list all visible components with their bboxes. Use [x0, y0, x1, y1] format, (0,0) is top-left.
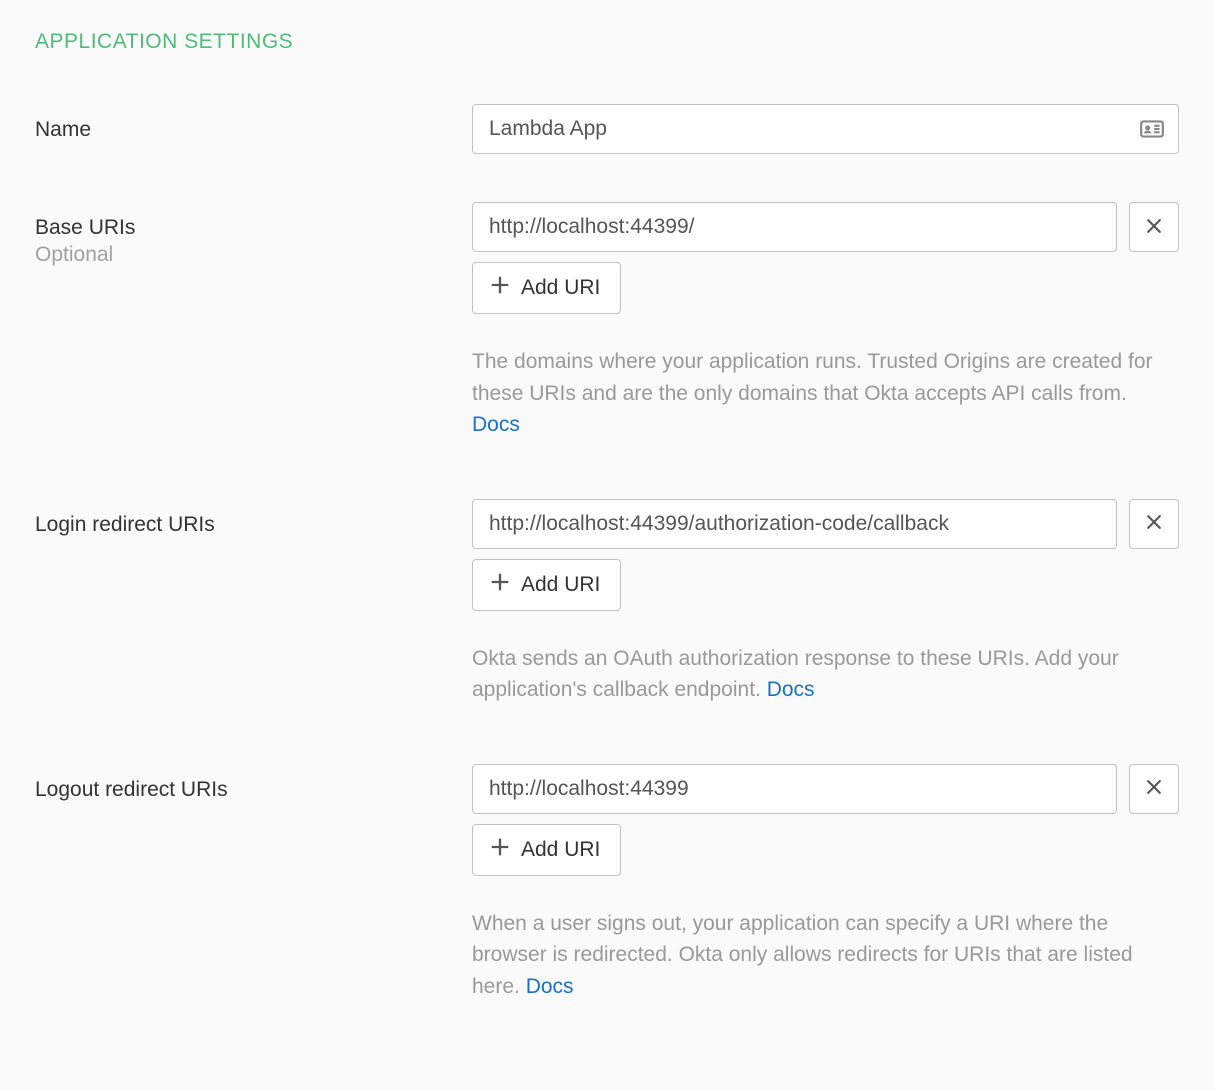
- logout-uris-field-col: Add URI When a user signs out, your appl…: [472, 764, 1179, 1003]
- close-icon: [1144, 512, 1164, 535]
- login-uris-docs-link[interactable]: Docs: [767, 678, 815, 701]
- name-field-col: [472, 104, 1179, 154]
- login-uri-input[interactable]: [472, 499, 1117, 549]
- login-uris-help: Okta sends an OAuth authorization respon…: [472, 643, 1179, 706]
- login-uris-field-col: Add URI Okta sends an OAuth authorizatio…: [472, 499, 1179, 706]
- add-logout-uri-button[interactable]: Add URI: [472, 824, 621, 876]
- logout-uris-help: When a user signs out, your application …: [472, 908, 1179, 1003]
- plus-icon: [489, 274, 511, 302]
- base-uris-sublabel: Optional: [35, 243, 472, 267]
- add-login-uri-label: Add URI: [521, 573, 600, 597]
- login-uris-label-col: Login redirect URIs: [35, 499, 472, 538]
- base-uris-help-text: The domains where your application runs.…: [472, 350, 1153, 405]
- login-uris-label: Login redirect URIs: [35, 511, 472, 538]
- plus-icon: [489, 571, 511, 599]
- add-logout-uri-label: Add URI: [521, 838, 600, 862]
- row-login-uris: Login redirect URIs Add URI Okta sends a…: [35, 499, 1179, 706]
- id-card-icon: [1139, 116, 1165, 142]
- base-uris-field-col: Add URI The domains where your applicati…: [472, 202, 1179, 441]
- base-uris-label-col: Base URIs Optional: [35, 202, 472, 267]
- plus-icon: [489, 836, 511, 864]
- row-logout-uris: Logout redirect URIs Add URI When a user…: [35, 764, 1179, 1003]
- base-uris-help: The domains where your application runs.…: [472, 346, 1179, 441]
- close-icon: [1144, 777, 1164, 800]
- row-base-uris: Base URIs Optional Add URI The domains w…: [35, 202, 1179, 441]
- add-base-uri-button[interactable]: Add URI: [472, 262, 621, 314]
- name-input-wrapper: [472, 104, 1179, 154]
- logout-uri-input[interactable]: [472, 764, 1117, 814]
- row-name: Name: [35, 104, 1179, 154]
- base-uris-docs-link[interactable]: Docs: [472, 413, 520, 436]
- remove-login-uri-button[interactable]: [1129, 499, 1179, 549]
- remove-logout-uri-button[interactable]: [1129, 764, 1179, 814]
- base-uri-input[interactable]: [472, 202, 1117, 252]
- logout-uris-label: Logout redirect URIs: [35, 776, 472, 803]
- logout-uris-label-col: Logout redirect URIs: [35, 764, 472, 803]
- close-icon: [1144, 216, 1164, 239]
- name-label: Name: [35, 116, 472, 143]
- logout-uris-docs-link[interactable]: Docs: [526, 975, 574, 998]
- base-uris-label: Base URIs: [35, 214, 472, 241]
- name-label-col: Name: [35, 104, 472, 143]
- remove-base-uri-button[interactable]: [1129, 202, 1179, 252]
- add-login-uri-button[interactable]: Add URI: [472, 559, 621, 611]
- logout-uri-row: [472, 764, 1179, 814]
- base-uri-row: [472, 202, 1179, 252]
- add-base-uri-label: Add URI: [521, 276, 600, 300]
- section-title: APPLICATION SETTINGS: [35, 30, 1179, 54]
- login-uri-row: [472, 499, 1179, 549]
- name-input[interactable]: [472, 104, 1179, 154]
